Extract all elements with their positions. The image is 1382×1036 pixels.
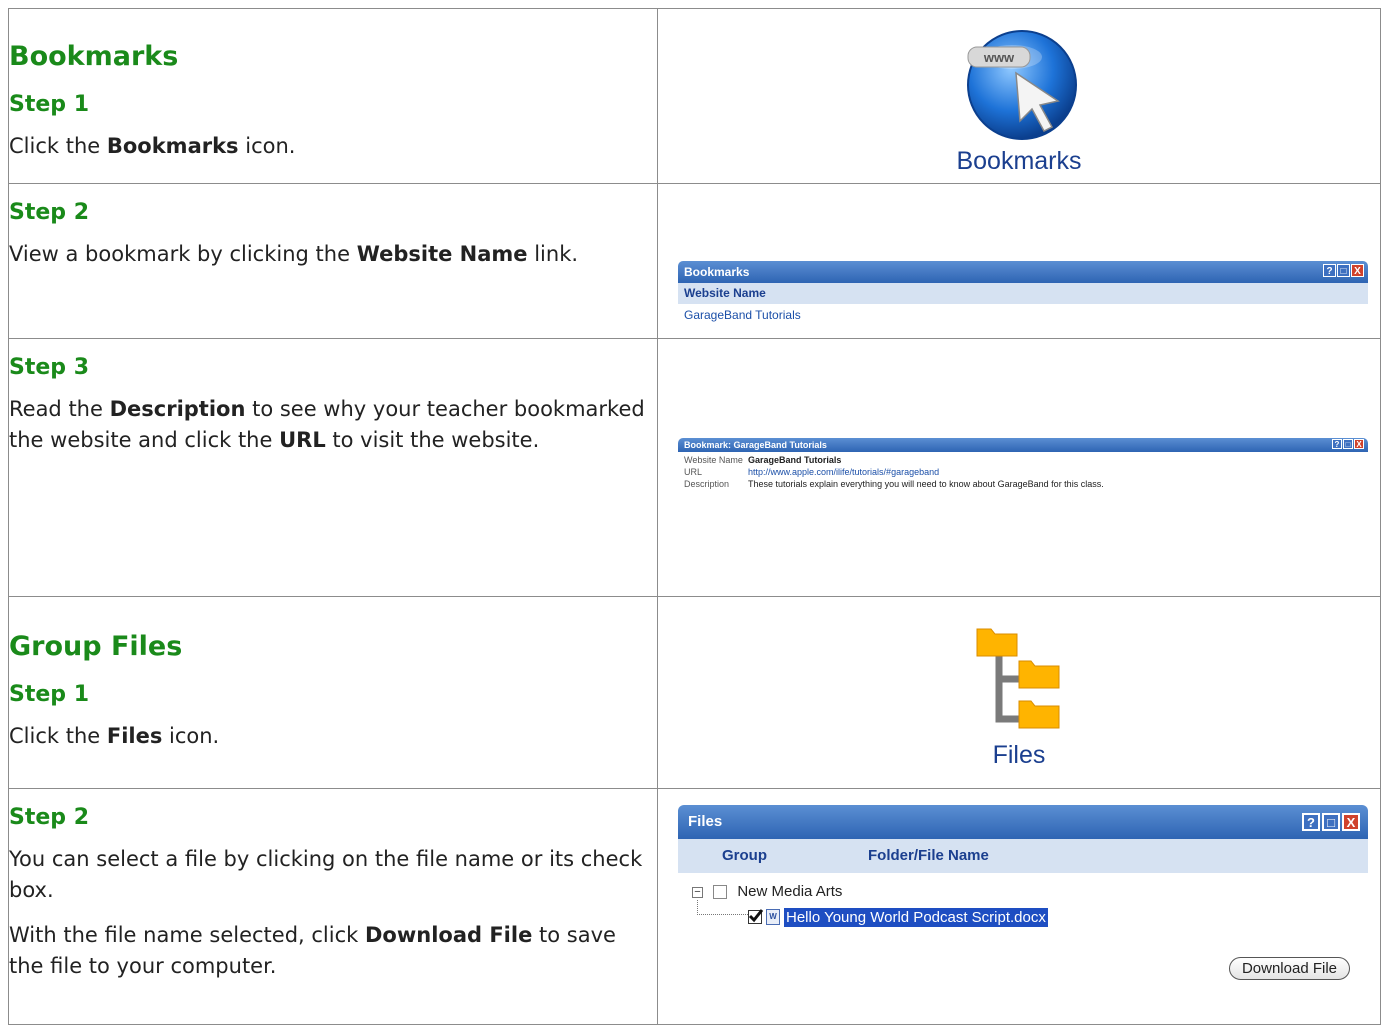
file-row[interactable]: W Hello Young World Podcast Script.docx xyxy=(748,907,1048,927)
download-file-button[interactable]: Download File xyxy=(1228,957,1350,980)
word-document-icon: W xyxy=(766,909,780,925)
bookmark-detail-table: Website Name GarageBand Tutorials URL ht… xyxy=(678,452,1368,492)
bookmarks-step3-row: Step 3 Read the Description to see why y… xyxy=(8,338,1381,597)
step-label: Step 1 xyxy=(9,92,89,117)
step-text: Click the Bookmarks icon. xyxy=(9,134,296,158)
close-button[interactable]: X xyxy=(1354,439,1364,449)
file-checkbox[interactable] xyxy=(748,909,764,924)
window-title-bar: Files ? □ X xyxy=(678,805,1368,839)
column-header-website-name[interactable]: Website Name xyxy=(678,283,1368,304)
svg-text:www: www xyxy=(983,50,1015,65)
bookmarks-app-icon[interactable]: www Bookmarks xyxy=(658,23,1380,176)
tree-connector xyxy=(697,900,748,915)
help-button[interactable]: ? xyxy=(1323,264,1336,277)
files-tree: − New Media Arts W Hello Young World Pod… xyxy=(678,873,1368,993)
detail-row: URL http://www.apple.com/ilife/tutorials… xyxy=(684,466,940,478)
maximize-button[interactable]: □ xyxy=(1322,813,1340,831)
bookmarks-heading: Bookmarks xyxy=(9,41,179,72)
help-button[interactable]: ? xyxy=(1332,439,1342,449)
step-text: Click the Files icon. xyxy=(9,724,220,748)
files-column-header: Group Folder/File Name xyxy=(678,839,1368,873)
step-text: With the file name selected, click Downl… xyxy=(9,923,616,978)
instructions-table: Bookmarks Step 1 Click the Bookmarks ico… xyxy=(8,8,1381,1025)
folder-row: − New Media Arts xyxy=(692,883,842,900)
globe-icon: www xyxy=(967,30,1077,140)
maximize-button[interactable]: □ xyxy=(1337,264,1350,277)
bookmarks-icon-caption: Bookmarks xyxy=(956,147,1082,175)
column-header-group[interactable]: Group xyxy=(722,839,767,873)
maximize-button[interactable]: □ xyxy=(1343,439,1353,449)
folder-tree-icon xyxy=(976,628,1060,729)
step-text: You can select a file by clicking on the… xyxy=(9,847,643,902)
collapse-icon[interactable]: − xyxy=(692,886,703,898)
close-button[interactable]: X xyxy=(1351,264,1364,277)
close-button[interactable]: X xyxy=(1342,813,1360,831)
group-files-heading: Group Files xyxy=(9,631,183,662)
folder-name[interactable]: New Media Arts xyxy=(737,883,842,900)
checkmark-icon xyxy=(748,909,764,923)
files-step1-row: Group Files Step 1 Click the Files icon.… xyxy=(8,596,1381,789)
detail-row: Website Name GarageBand Tutorials xyxy=(684,455,842,465)
files-step2-row: Step 2 You can select a file by clicking… xyxy=(8,788,1381,1025)
files-window: Files ? □ X Group Folder/File Name − New… xyxy=(678,805,1368,993)
help-button[interactable]: ? xyxy=(1302,813,1320,831)
column-header-name[interactable]: Folder/File Name xyxy=(868,839,989,873)
step-label: Step 2 xyxy=(9,805,89,830)
bookmark-link[interactable]: GarageBand Tutorials xyxy=(678,304,1368,326)
step-text: Read the Description to see why your tea… xyxy=(9,397,645,452)
bookmarks-window: Bookmarks ? □ X Website Name GarageBand … xyxy=(678,261,1368,326)
window-title-bar: Bookmarks ? □ X xyxy=(678,261,1368,283)
bookmark-detail-window: Bookmark: GarageBand Tutorials ? □ X Web… xyxy=(678,438,1368,492)
window-title-bar: Bookmark: GarageBand Tutorials ? □ X xyxy=(678,438,1368,452)
step-label: Step 1 xyxy=(9,682,89,707)
step-label: Step 2 xyxy=(9,200,89,225)
files-app-icon[interactable]: Files xyxy=(658,619,1380,770)
bookmarks-step2-row: Step 2 View a bookmark by clicking the W… xyxy=(8,183,1381,339)
bookmarks-step1-row: Bookmarks Step 1 Click the Bookmarks ico… xyxy=(8,8,1381,184)
step-text: View a bookmark by clicking the Website … xyxy=(9,242,579,266)
folder-checkbox[interactable] xyxy=(713,885,728,900)
detail-row: Description These tutorials explain ever… xyxy=(684,479,1104,489)
files-icon-caption: Files xyxy=(992,741,1046,769)
step-label: Step 3 xyxy=(9,355,89,380)
file-name[interactable]: Hello Young World Podcast Script.docx xyxy=(784,907,1048,927)
url-link[interactable]: http://www.apple.com/ilife/tutorials/#ga… xyxy=(748,466,939,478)
